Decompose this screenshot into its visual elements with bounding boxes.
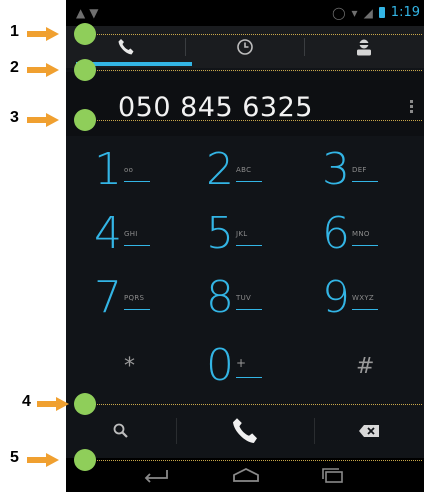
key-digit: 1 (94, 144, 122, 195)
key-digit: 4 (94, 208, 122, 259)
delete-button[interactable] (314, 406, 424, 456)
back-icon (144, 470, 168, 483)
search-icon (113, 423, 128, 438)
key-underline (236, 377, 262, 378)
key-letters: WXYZ (352, 294, 374, 302)
key-underline (352, 309, 378, 310)
key-digit: 9 (322, 272, 350, 323)
dial-key-3[interactable]: 3 DEF (322, 140, 424, 204)
annotation-number: 3 (10, 109, 19, 126)
annotation-number: 5 (10, 449, 19, 466)
key-digit: 0 (206, 340, 234, 391)
dial-key-2[interactable]: 2 ABC (206, 140, 325, 204)
clock-icon (236, 39, 253, 55)
dial-key-8[interactable]: 8 TUV (206, 268, 325, 332)
status-clock: 1:19 (390, 5, 420, 20)
key-underline (352, 245, 378, 246)
status-bar: ▲▼ ◯ ▾ ◢ 1:19 (66, 0, 424, 26)
key-letters: PQRS (124, 294, 145, 302)
annotation-dot (74, 59, 96, 81)
recent-apps-icon (322, 468, 343, 483)
status-icons: ◯ ▾ ◢ 1:19 (332, 5, 420, 20)
dial-key-hash[interactable]: # (322, 336, 424, 400)
key-letters: TUV (236, 294, 252, 302)
annotation-dot (74, 393, 96, 415)
dial-key-0[interactable]: 0 + (206, 336, 325, 400)
key-underline (124, 245, 150, 246)
back-button[interactable] (126, 458, 186, 492)
navigation-bar (66, 458, 424, 492)
key-letters: MNO (352, 230, 370, 238)
annotation-guide-line (88, 404, 422, 405)
annotation-guide-line (88, 70, 422, 71)
key-letters: + (236, 356, 247, 370)
key-underline (124, 309, 150, 310)
key-digit: 2 (206, 144, 234, 195)
key-digit: * (124, 354, 135, 379)
key-letters: DEF (352, 166, 367, 174)
annotation-number: 2 (10, 59, 19, 76)
annotation-guide-line (88, 460, 422, 461)
annotation-arrow (27, 453, 59, 467)
call-icon (233, 418, 257, 443)
call-button[interactable] (176, 406, 314, 456)
tab-contacts[interactable] (304, 26, 423, 68)
home-icon (233, 467, 259, 482)
key-digit: 8 (206, 272, 234, 323)
key-letters: GHI (124, 230, 138, 238)
backspace-icon (359, 425, 379, 437)
dialed-number[interactable]: 050 845 6325 (118, 92, 313, 123)
phone-tab-icon (118, 39, 133, 55)
number-display[interactable]: 050 845 6325 (66, 72, 424, 136)
key-digit: 7 (94, 272, 122, 323)
dial-key-6[interactable]: 6 MNO (322, 204, 424, 268)
battery-icon (378, 7, 385, 18)
annotation-guide-line (88, 120, 422, 121)
dial-key-9[interactable]: 9 WXYZ (322, 268, 424, 332)
annotation-dot (74, 109, 96, 131)
key-digit: 5 (206, 208, 234, 259)
overflow-menu-icon[interactable] (410, 100, 414, 115)
recent-apps-button[interactable] (302, 458, 362, 492)
annotation-number: 1 (10, 23, 19, 40)
key-letters: JKL (236, 230, 248, 238)
key-underline (236, 245, 262, 246)
action-bar (66, 406, 424, 456)
annotation-arrow (27, 63, 59, 77)
key-digit: 6 (322, 208, 350, 259)
annotation-dot (74, 449, 96, 471)
alarm-icon: ◯ (332, 5, 346, 20)
annotation-arrow (37, 397, 69, 411)
key-underline (236, 309, 262, 310)
annotation-guide-line (88, 34, 422, 35)
tab-recent[interactable] (185, 26, 304, 68)
home-button[interactable] (216, 458, 276, 492)
dial-key-1[interactable]: 1 oo (94, 140, 213, 204)
contacts-icon (356, 39, 371, 56)
key-underline (124, 181, 150, 182)
dialpad: 1 oo 2 ABC 3 DEF 4 GHI 5 JKL 6 MNO 7 PQRS 8 TUV 9 WXYZ * 0 +… (66, 140, 424, 402)
wifi-icon: ▾ (351, 5, 358, 20)
dial-key-7[interactable]: 7 PQRS (94, 268, 213, 332)
annotation-arrow (27, 113, 59, 127)
key-digit: # (356, 354, 375, 379)
key-letters: oo (124, 166, 134, 174)
dial-key-4[interactable]: 4 GHI (94, 204, 213, 268)
notification-icons: ▲▼ (76, 6, 103, 20)
signal-icon: ◢ (363, 5, 373, 20)
annotation-number: 4 (22, 393, 31, 410)
dial-key-5[interactable]: 5 JKL (206, 204, 325, 268)
dialer-screen: ▲▼ ◯ ▾ ◢ 1:19 050 845 6325 1 oo 2 ABC 3 … (66, 0, 424, 492)
key-underline (352, 181, 378, 182)
annotation-dot (74, 23, 96, 45)
annotation-arrow (27, 27, 59, 41)
key-digit: 3 (322, 144, 350, 195)
key-letters: ABC (236, 166, 252, 174)
key-underline (236, 181, 262, 182)
dial-key-star[interactable]: * (94, 336, 213, 400)
